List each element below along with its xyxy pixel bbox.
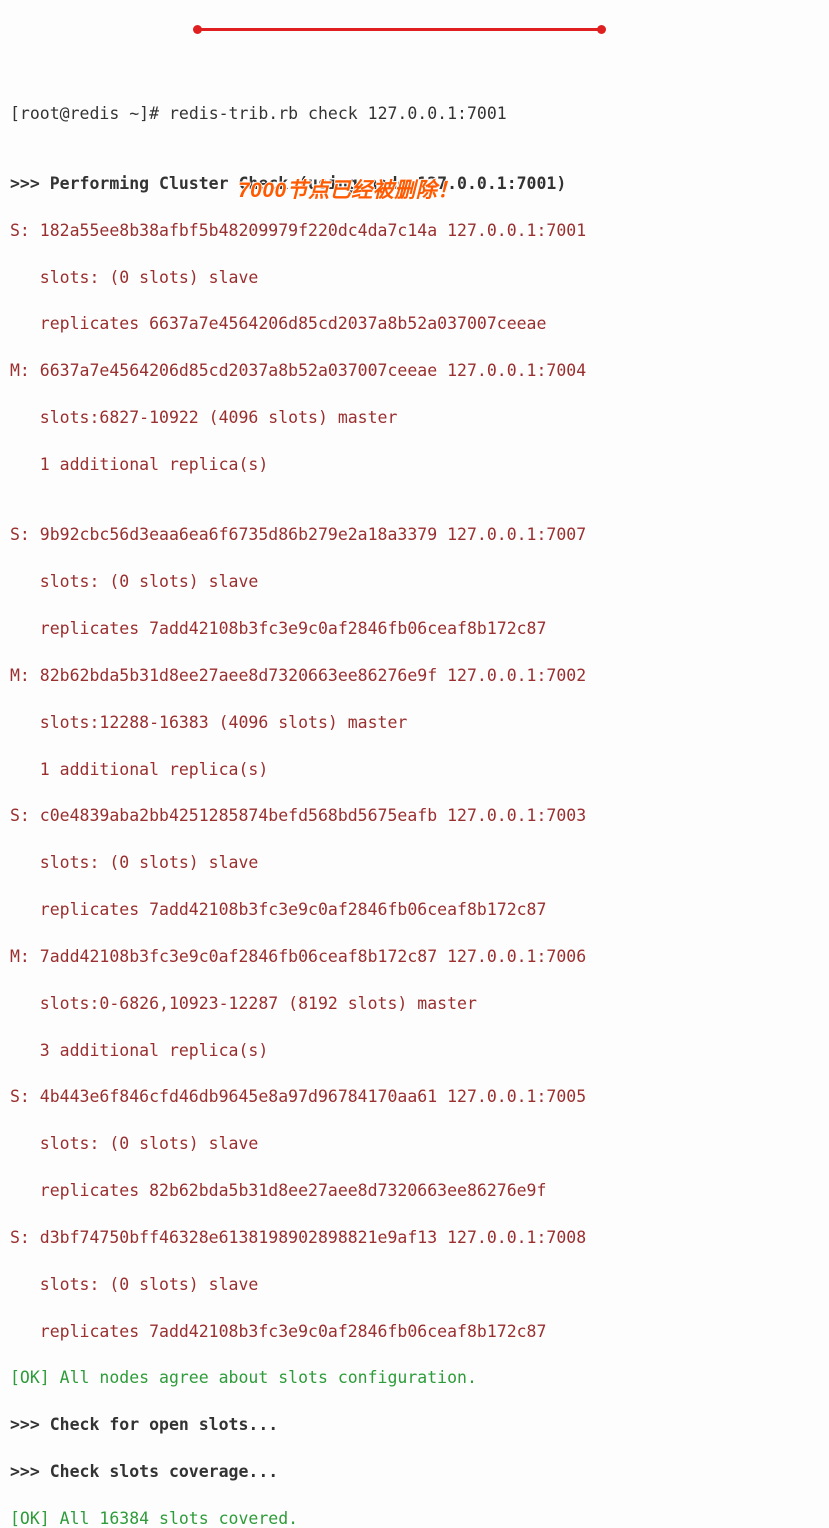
node-line: 1 additional replica(s)	[10, 758, 819, 781]
check-slots-coverage: >>> Check slots coverage...	[10, 1460, 819, 1483]
node-line: slots: (0 slots) slave	[10, 266, 819, 289]
node-line: slots: (0 slots) slave	[10, 1132, 819, 1155]
node-line: 1 additional replica(s)	[10, 453, 819, 476]
node-line: replicates 7add42108b3fc3e9c0af2846fb06c…	[10, 1320, 819, 1343]
node-line: S: 9b92cbc56d3eaa6ea6f6735d86b279e2a18a3…	[10, 523, 819, 546]
node-line: M: 7add42108b3fc3e9c0af2846fb06ceaf8b172…	[10, 945, 819, 968]
node-line: slots:0-6826,10923-12287 (8192 slots) ma…	[10, 992, 819, 1015]
underline-annotation-icon	[197, 28, 602, 31]
deletion-annotation: 7000节点已经被删除！	[238, 176, 459, 206]
node-line: replicates 7add42108b3fc3e9c0af2846fb06c…	[10, 898, 819, 921]
check-open-slots: >>> Check for open slots...	[10, 1413, 819, 1436]
node-line: S: 182a55ee8b38afbf5b48209979f220dc4da7c…	[10, 219, 819, 242]
ok-slots-config: [OK] All nodes agree about slots configu…	[10, 1366, 819, 1389]
node-line: replicates 7add42108b3fc3e9c0af2846fb06c…	[10, 617, 819, 640]
node-line: slots: (0 slots) slave	[10, 1273, 819, 1296]
node-line: M: 82b62bda5b31d8ee27aee8d7320663ee86276…	[10, 664, 819, 687]
node-line: slots: (0 slots) slave	[10, 570, 819, 593]
ok-slots-covered: [OK] All 16384 slots covered.	[10, 1507, 819, 1528]
node-line: S: c0e4839aba2bb4251285874befd568bd5675e…	[10, 804, 819, 827]
node-line: replicates 6637a7e4564206d85cd2037a8b52a…	[10, 312, 819, 335]
node-line: M: 6637a7e4564206d85cd2037a8b52a037007ce…	[10, 359, 819, 382]
node-line: slots: (0 slots) slave	[10, 851, 819, 874]
shell-prompt: [root@redis ~]#	[10, 104, 169, 123]
command-text: redis-trib.rb check 127.0.0.1:7001	[169, 104, 507, 123]
node-line: S: 4b443e6f846cfd46db9645e8a97d96784170a…	[10, 1085, 819, 1108]
node-line: replicates 82b62bda5b31d8ee27aee8d732066…	[10, 1179, 819, 1202]
prompt-line: [root@redis ~]# redis-trib.rb check 127.…	[10, 102, 819, 125]
node-line: 3 additional replica(s)	[10, 1039, 819, 1062]
node-line: slots:6827-10922 (4096 slots) master	[10, 406, 819, 429]
node-line: S: d3bf74750bff46328e6138198902898821e9a…	[10, 1226, 819, 1249]
node-line: slots:12288-16383 (4096 slots) master	[10, 711, 819, 734]
